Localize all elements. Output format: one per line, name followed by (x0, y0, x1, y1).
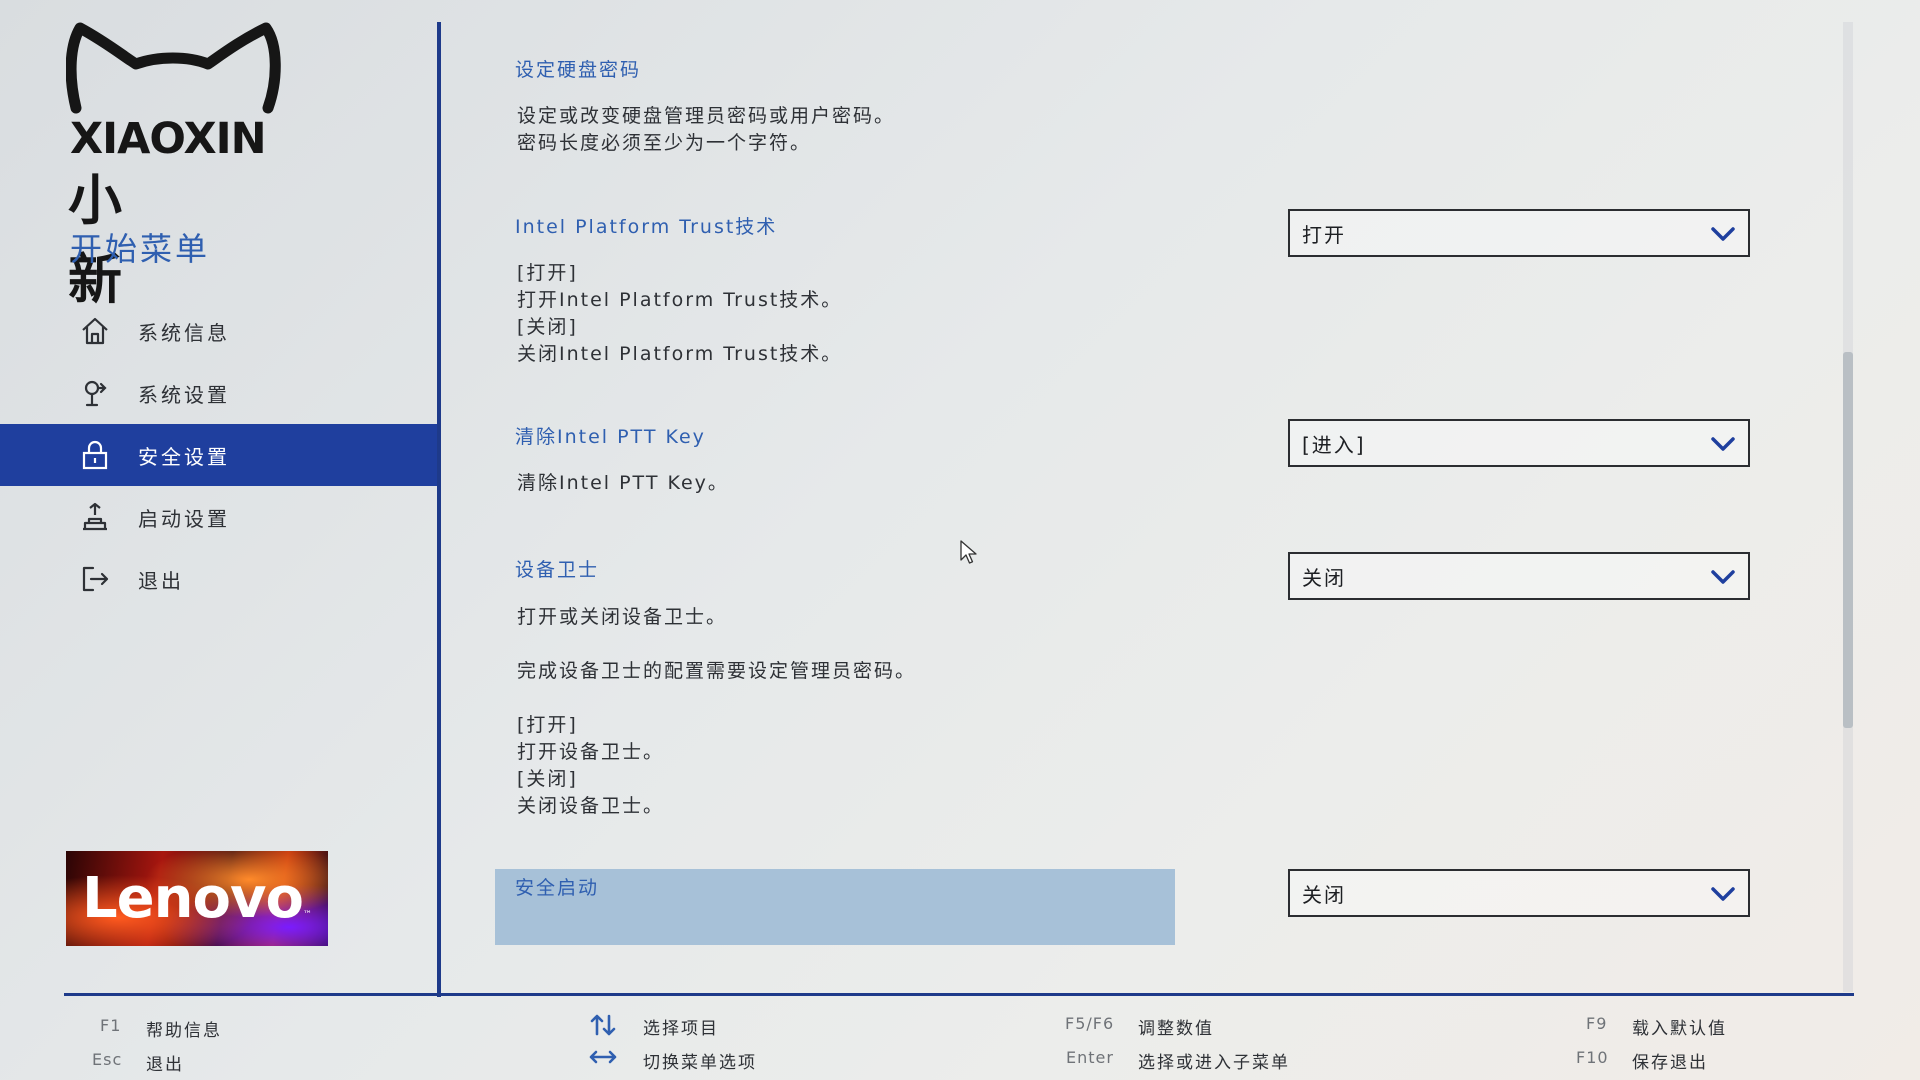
hint-select-item: 选择项目 (643, 1019, 719, 1039)
trademark-mark: ™ (302, 910, 312, 920)
nav-item-label: 启动设置 (138, 506, 230, 531)
key-f10: F10 (1576, 1048, 1609, 1067)
chevron-down-icon (1711, 887, 1735, 901)
lenovo-logo-text: Lenovo (82, 866, 304, 931)
setting-title-device-guard[interactable]: 设备卫士 (515, 555, 599, 582)
nav-item-label: 系统设置 (138, 382, 230, 407)
up-down-arrows-icon (590, 1014, 616, 1036)
device-guard-dropdown[interactable]: 关闭 (1288, 552, 1750, 600)
dropdown-value: [进入] (1302, 432, 1366, 457)
nav-item-system-info[interactable]: 系统信息 (0, 300, 440, 362)
settings-panel: 设定硬盘密码 设定或改变硬盘管理员密码或用户密码。 密码长度必须至少为一个字符。… (441, 0, 1861, 995)
secure-boot-dropdown[interactable]: 关闭 (1288, 869, 1750, 917)
footer-divider (64, 993, 1854, 996)
setting-title-ptt-key[interactable]: 清除Intel PTT Key (515, 422, 706, 449)
hint-adjust-value: 调整数值 (1138, 1019, 1214, 1039)
lenovo-logo: Lenovo ™ (66, 851, 328, 946)
home-icon (78, 314, 112, 348)
chevron-down-icon (1711, 570, 1735, 584)
nav-item-label: 安全设置 (138, 444, 230, 469)
chevron-down-icon (1711, 437, 1735, 451)
setting-title-secure-boot[interactable]: 安全启动 (515, 873, 599, 900)
nav-item-system-settings[interactable]: 系统设置 (0, 362, 440, 424)
setting-desc-hdd-password: 设定或改变硬盘管理员密码或用户密码。 密码长度必须至少为一个字符。 (517, 105, 896, 154)
menu-title: 开始菜单 (70, 230, 211, 268)
setting-desc-ptt: [打开] 打开Intel Platform Trust技术。 [关闭] 关闭In… (517, 262, 843, 365)
hint-exit: 退出 (146, 1055, 184, 1075)
hint-switch-menu: 切换菜单选项 (643, 1053, 757, 1073)
nav-menu: 系统信息 系统设置 安全设置 启动设置 退出 (0, 300, 440, 610)
key-f9: F9 (1586, 1014, 1608, 1033)
sidebar: XIAOXIN 小新 开始菜单 系统信息 系统设置 安全设置 启动设置 退出 L… (0, 0, 440, 995)
key-f1: F1 (100, 1016, 122, 1035)
exit-icon (78, 562, 112, 596)
nav-item-boot-settings[interactable]: 启动设置 (0, 486, 440, 548)
chevron-down-icon (1711, 227, 1735, 241)
setting-title-ptt[interactable]: Intel Platform Trust技术 (515, 212, 777, 239)
mouse-cursor-icon (960, 540, 977, 564)
boot-icon (78, 500, 112, 534)
dropdown-value: 打开 (1302, 222, 1346, 247)
left-right-arrows-icon (589, 1050, 617, 1064)
hint-load-defaults: 载入默认值 (1632, 1019, 1727, 1039)
key-enter: Enter (1066, 1048, 1114, 1067)
cat-ears-icon (66, 22, 281, 114)
hint-help: 帮助信息 (146, 1021, 222, 1041)
ptt-key-dropdown[interactable]: [进入] (1288, 419, 1750, 467)
nav-item-exit[interactable]: 退出 (0, 548, 440, 610)
key-esc: Esc (92, 1050, 123, 1069)
lock-icon (78, 438, 112, 472)
setting-desc-ptt-key: 清除Intel PTT Key。 (517, 472, 729, 494)
setting-title-hdd-password[interactable]: 设定硬盘密码 (515, 55, 641, 82)
key-f5-f6: F5/F6 (1065, 1014, 1115, 1033)
dropdown-value: 关闭 (1302, 882, 1346, 907)
nav-item-label: 系统信息 (138, 320, 230, 345)
nav-item-security-settings[interactable]: 安全设置 (0, 424, 440, 486)
hint-save-exit: 保存退出 (1632, 1053, 1708, 1073)
ptt-dropdown[interactable]: 打开 (1288, 209, 1750, 257)
nav-item-label: 退出 (138, 568, 184, 593)
dropdown-value: 关闭 (1302, 565, 1346, 590)
system-settings-icon (78, 376, 112, 410)
scrollbar-thumb[interactable] (1843, 352, 1853, 728)
hint-enter-submenu: 选择或进入子菜单 (1138, 1053, 1290, 1073)
setting-desc-device-guard: 打开或关闭设备卫士。 完成设备卫士的配置需要设定管理员密码。 [打开] 打开设备… (517, 606, 917, 817)
xiaoxin-logo: XIAOXIN 小新 (66, 20, 281, 311)
